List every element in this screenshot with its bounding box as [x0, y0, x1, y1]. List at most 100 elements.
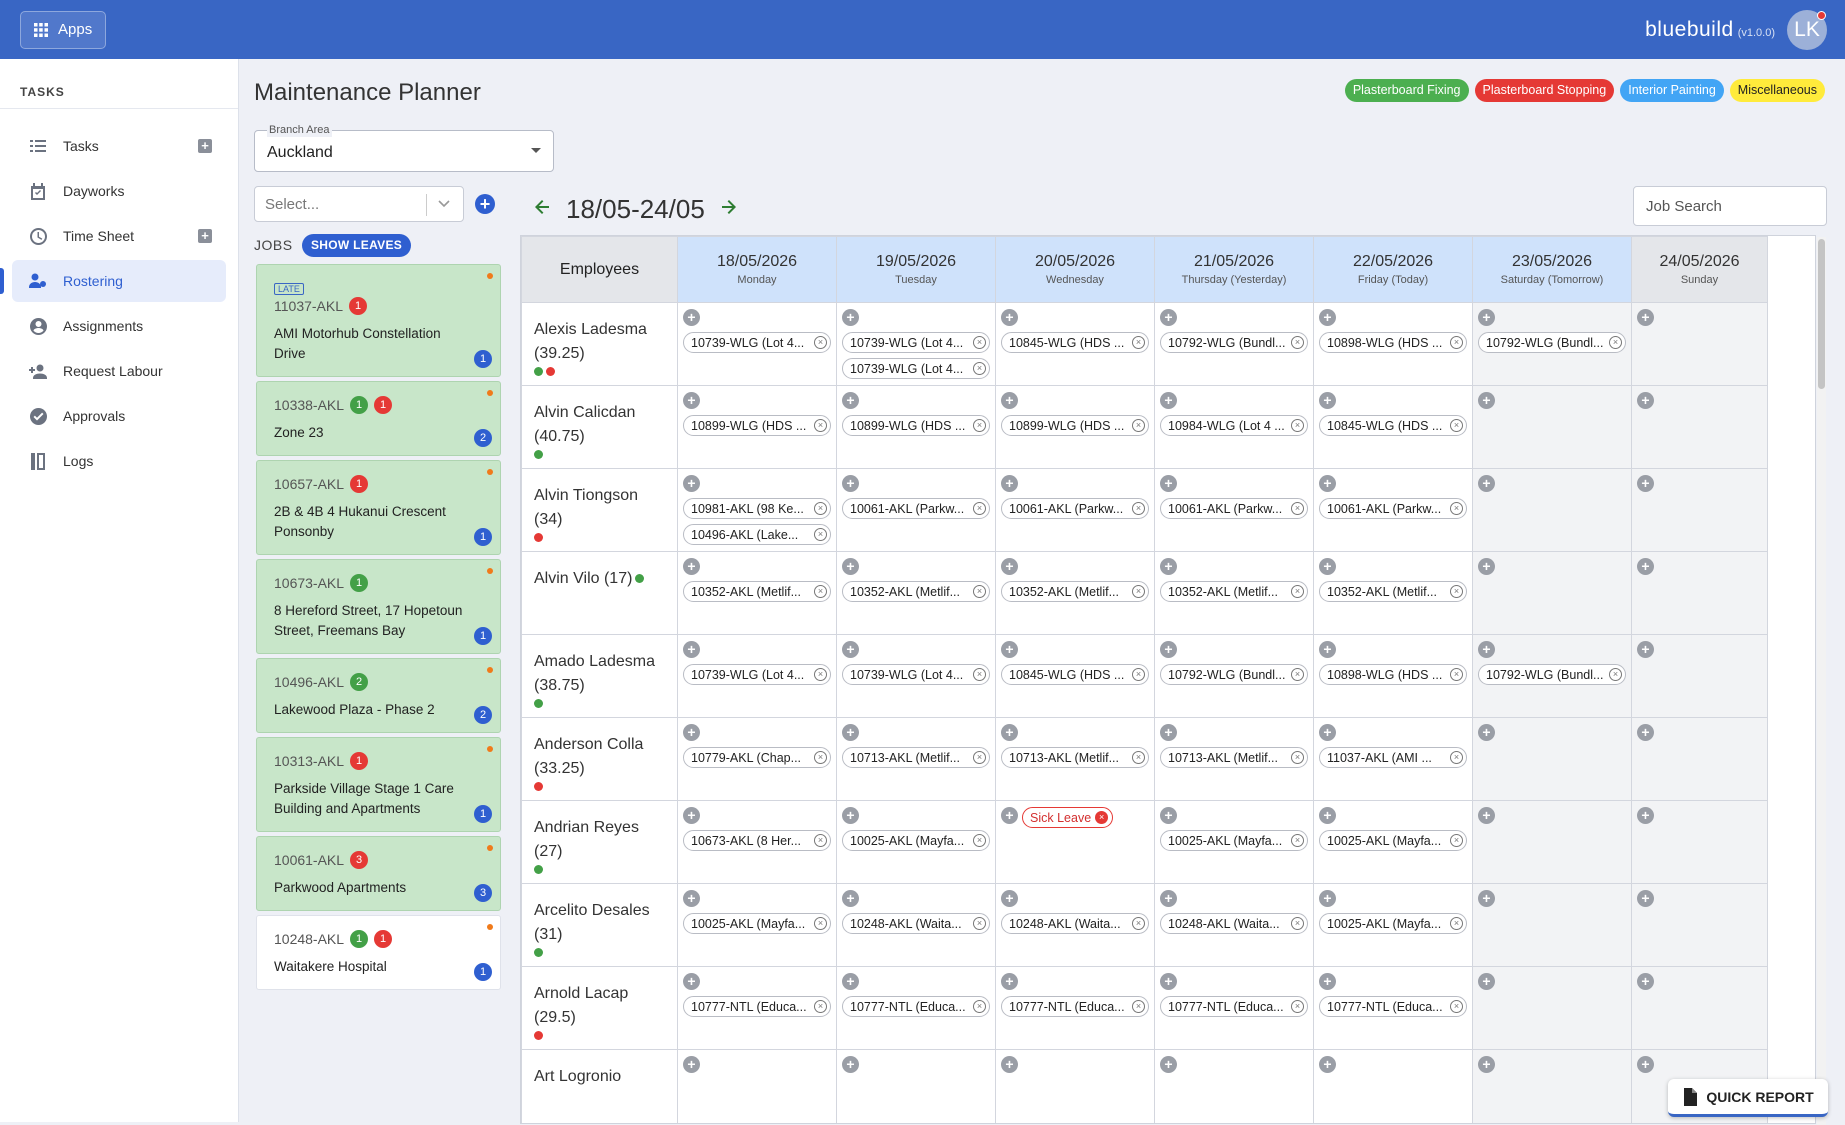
roster-cell[interactable]: +10792-WLG (Bundl... ×	[1472, 634, 1632, 718]
add-assignment-button[interactable]: +	[683, 475, 700, 492]
assignment-chip[interactable]: 10061-AKL (Parkw... ×	[1001, 498, 1149, 519]
add-assignment-button[interactable]: +	[683, 724, 700, 741]
remove-icon[interactable]: ×	[973, 751, 986, 764]
assignment-chip[interactable]: 10984-WLG (Lot 4 ... ×	[1160, 415, 1308, 436]
add-assignment-button[interactable]: +	[1319, 392, 1336, 409]
roster-cell[interactable]: +10792-WLG (Bundl... ×	[1154, 634, 1314, 718]
roster-cell[interactable]: +	[1631, 634, 1768, 718]
remove-icon[interactable]: ×	[1291, 1000, 1304, 1013]
assignment-chip[interactable]: 10739-WLG (Lot 4... ×	[842, 332, 990, 353]
add-assignment-button[interactable]: +	[1478, 1056, 1495, 1073]
roster-cell[interactable]: +10713-AKL (Metlif... ×	[1154, 717, 1314, 801]
add-assignment-button[interactable]: +	[842, 641, 859, 658]
remove-icon[interactable]: ×	[814, 585, 827, 598]
roster-cell[interactable]: +	[1631, 800, 1768, 884]
add-assignment-button[interactable]: +	[1637, 558, 1654, 575]
assignment-chip[interactable]: 10981-AKL (98 Ke... ×	[683, 498, 831, 519]
add-assignment-button[interactable]: +	[1637, 309, 1654, 326]
roster-cell[interactable]: +	[1472, 385, 1632, 469]
remove-icon[interactable]: ×	[1132, 917, 1145, 930]
roster-cell[interactable]: +10739-WLG (Lot 4... ×	[677, 634, 837, 718]
roster-cell[interactable]: +10898-WLG (HDS ... ×	[1313, 634, 1473, 718]
remove-icon[interactable]: ×	[1291, 585, 1304, 598]
remove-icon[interactable]: ×	[1291, 668, 1304, 681]
add-assignment-button[interactable]: +	[1160, 475, 1177, 492]
add-assignment-button[interactable]: +	[842, 890, 859, 907]
assignment-chip[interactable]: 10899-WLG (HDS ... ×	[1001, 415, 1149, 436]
remove-icon[interactable]: ×	[1291, 751, 1304, 764]
remove-icon[interactable]: ×	[1609, 668, 1622, 681]
roster-cell[interactable]: +10352-AKL (Metlif... ×	[1313, 551, 1473, 635]
roster-cell[interactable]: +10739-WLG (Lot 4... ×	[677, 302, 837, 386]
add-assignment-button[interactable]: +	[1001, 558, 1018, 575]
roster-cell[interactable]: +	[1472, 800, 1632, 884]
roster-cell[interactable]: +10899-WLG (HDS ... ×	[995, 385, 1155, 469]
roster-cell[interactable]: +10777-NTL (Educa... ×	[1154, 966, 1314, 1050]
previous-week-button[interactable]	[532, 197, 552, 222]
assignment-chip[interactable]: 10061-AKL (Parkw... ×	[842, 498, 990, 519]
add-assignment-button[interactable]: +	[1160, 392, 1177, 409]
roster-cell[interactable]: +	[1631, 883, 1768, 967]
assignment-chip[interactable]: 10792-WLG (Bundl... ×	[1160, 664, 1308, 685]
show-leaves-button[interactable]: SHOW LEAVES	[302, 234, 412, 257]
sick-leave-chip[interactable]: Sick Leave ×	[1022, 807, 1114, 828]
roster-cell[interactable]: +10981-AKL (98 Ke... × 10496-AKL (Lake... ×	[677, 468, 837, 552]
assignment-chip[interactable]: 10352-AKL (Metlif... ×	[1319, 581, 1467, 602]
roster-cell[interactable]: +10025-AKL (Mayfa... ×	[1313, 883, 1473, 967]
roster-cell[interactable]: +	[1472, 468, 1632, 552]
add-assignment-button[interactable]: +	[683, 641, 700, 658]
roster-cell[interactable]: +10898-WLG (HDS ... ×	[1313, 302, 1473, 386]
add-assignment-button[interactable]: +	[1001, 973, 1018, 990]
remove-icon[interactable]: ×	[973, 834, 986, 847]
sidebar-item-approvals[interactable]: Approvals	[12, 395, 226, 437]
assignment-chip[interactable]: 10496-AKL (Lake... ×	[683, 524, 831, 545]
remove-icon[interactable]: ×	[1450, 419, 1463, 432]
assignment-chip[interactable]: 10739-WLG (Lot 4... ×	[842, 358, 990, 379]
add-assignment-button[interactable]: +	[842, 558, 859, 575]
add-assignment-button[interactable]: +	[1637, 1056, 1654, 1073]
assignment-chip[interactable]: 10777-NTL (Educa... ×	[842, 996, 990, 1017]
add-assignment-button[interactable]: +	[1319, 475, 1336, 492]
job-card[interactable]: 10313-AKL 1 Parkside Village Stage 1 Care …	[256, 737, 501, 832]
remove-icon[interactable]: ×	[973, 668, 986, 681]
roster-cell[interactable]: +10845-WLG (HDS ... ×	[1313, 385, 1473, 469]
job-card[interactable]: 10496-AKL 2 Lakewood Plaza - Phase 2 2	[256, 658, 501, 733]
sidebar-item-time-sheet[interactable]: Time Sheet +	[12, 215, 226, 257]
assignment-chip[interactable]: 10739-WLG (Lot 4... ×	[683, 332, 831, 353]
add-assignment-button[interactable]: +	[1319, 1056, 1336, 1073]
add-assignment-button[interactable]: +	[1160, 724, 1177, 741]
assignment-chip[interactable]: 10248-AKL (Waita... ×	[842, 913, 990, 934]
branch-area-select[interactable]: Branch Area Auckland	[254, 123, 554, 172]
assignment-chip[interactable]: 10061-AKL (Parkw... ×	[1160, 498, 1308, 519]
add-assignment-button[interactable]: +	[1160, 973, 1177, 990]
remove-icon[interactable]: ×	[1450, 585, 1463, 598]
add-assignment-button[interactable]: +	[1001, 1056, 1018, 1073]
roster-cell[interactable]: +10739-WLG (Lot 4... ×	[836, 634, 996, 718]
remove-icon[interactable]: ×	[1291, 917, 1304, 930]
remove-icon[interactable]: ×	[814, 668, 827, 681]
roster-cell[interactable]: +10352-AKL (Metlif... ×	[836, 551, 996, 635]
assignment-chip[interactable]: 10845-WLG (HDS ... ×	[1001, 664, 1149, 685]
add-assignment-button[interactable]: +	[1160, 890, 1177, 907]
add-assignment-button[interactable]: +	[1001, 724, 1018, 741]
add-job-button[interactable]: +	[475, 194, 495, 214]
roster-cell[interactable]: +10713-AKL (Metlif... ×	[836, 717, 996, 801]
roster-cell[interactable]: +10739-WLG (Lot 4... × 10739-WLG (Lot 4...…	[836, 302, 996, 386]
add-assignment-button[interactable]: +	[842, 973, 859, 990]
remove-icon[interactable]: ×	[1132, 751, 1145, 764]
assignment-chip[interactable]: 10248-AKL (Waita... ×	[1001, 913, 1149, 934]
assignment-chip[interactable]: 10673-AKL (8 Her... ×	[683, 830, 831, 851]
add-assignment-button[interactable]: +	[1001, 890, 1018, 907]
roster-cell[interactable]: +	[677, 1049, 837, 1123]
roster-cell[interactable]: +	[1631, 302, 1768, 386]
remove-icon[interactable]: ×	[814, 1000, 827, 1013]
remove-icon[interactable]: ×	[1291, 419, 1304, 432]
roster-cell[interactable]: +10061-AKL (Parkw... ×	[1313, 468, 1473, 552]
add-time-sheet-button[interactable]: +	[198, 229, 212, 243]
remove-icon[interactable]: ×	[1291, 502, 1304, 515]
roster-cell[interactable]: +10899-WLG (HDS ... ×	[836, 385, 996, 469]
sidebar-item-logs[interactable]: Logs	[12, 440, 226, 482]
remove-icon[interactable]: ×	[1450, 917, 1463, 930]
add-assignment-button[interactable]: +	[1478, 475, 1495, 492]
roster-cell[interactable]: +	[1472, 717, 1632, 801]
